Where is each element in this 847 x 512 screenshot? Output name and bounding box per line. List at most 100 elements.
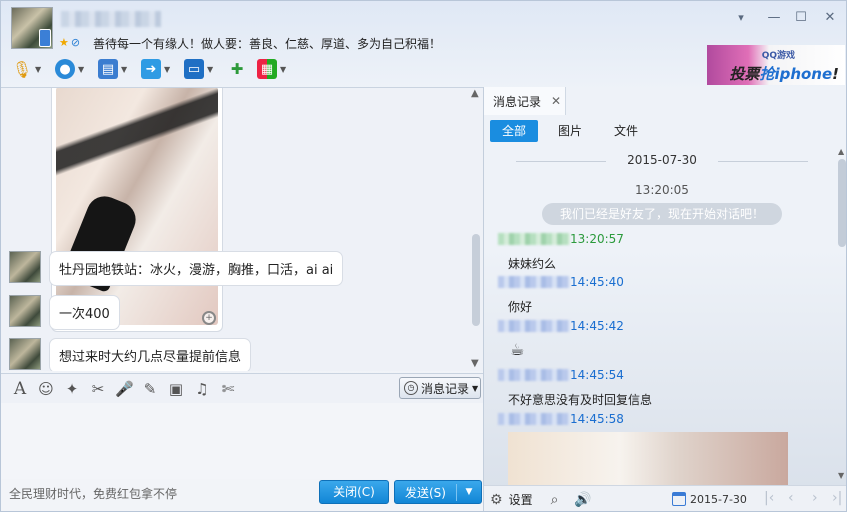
ad-banner[interactable]: QQ游戏 投票抢iphone! (707, 45, 845, 85)
filter-files[interactable]: 文件 (604, 120, 648, 142)
voice-message-icon[interactable]: 🎤 (115, 380, 134, 398)
chevron-down-icon[interactable]: ▼ (280, 65, 290, 74)
chevron-down-icon[interactable]: ▼ (121, 65, 131, 74)
file-transfer-icon: ➜ (141, 59, 161, 79)
calendar-icon (672, 492, 686, 506)
avatar[interactable] (9, 295, 41, 327)
photo[interactable] (56, 88, 218, 325)
sender-name (498, 276, 570, 288)
close-icon[interactable]: ✕ (551, 94, 561, 108)
zoom-icon[interactable]: + (202, 311, 216, 325)
date-picker[interactable]: 2015-7-30 (672, 492, 747, 506)
history-scrollbar[interactable] (838, 159, 846, 247)
qzone-icon[interactable]: ⊘ (71, 36, 80, 49)
tab-label: 消息记录 (493, 94, 542, 109)
settings-label[interactable]: 设置 (509, 491, 533, 508)
chevron-down-icon: ▼ (472, 383, 479, 393)
message-bubble[interactable]: 想过来时大约几点尽量提前信息 (49, 338, 252, 371)
tab-message-history[interactable]: 消息记录 ✕ (484, 87, 566, 115)
prev-page-icon[interactable]: ‹ (788, 490, 794, 506)
message-bubble[interactable]: 牡丹园地铁站：冰火，漫游，胸推，口活，ai ai (49, 251, 344, 286)
dropdown-icon[interactable]: ▾ (732, 9, 750, 27)
gear-icon[interactable]: ⚙ (490, 492, 503, 508)
file-transfer-button[interactable]: ➜ ▼ (138, 56, 177, 82)
apps-button[interactable]: ▦ ▼ (254, 56, 293, 82)
camera-icon: ● (55, 59, 75, 79)
chevron-down-icon[interactable]: ▼ (207, 65, 217, 74)
coffee-icon[interactable]: ☕ (510, 340, 524, 359)
chat-messages[interactable]: + 牡丹园地铁站：冰火，漫游，胸推，口活，ai ai 一次400 想过来时大约几… (1, 87, 483, 371)
chevron-down-icon[interactable]: ▼ (78, 65, 88, 74)
message-bubble[interactable]: 一次400 (49, 295, 120, 330)
send-button[interactable]: 发送(S) ▼ (394, 480, 482, 504)
mobile-online-icon (39, 29, 51, 47)
send-label: 发送(S) (395, 483, 457, 501)
system-time: 13:20:05 (635, 183, 689, 197)
message-row: 一次400 (9, 295, 120, 330)
image-icon[interactable]: ▣ (167, 380, 185, 398)
speaker-icon[interactable]: 🔊 (574, 492, 591, 508)
remote-desktop-icon: ▭ (184, 59, 204, 79)
sender-name (498, 233, 570, 245)
promo-link[interactable]: 全民理财时代，免费红包拿不停 (9, 485, 177, 502)
scroll-down-icon[interactable]: ▼ (838, 471, 844, 480)
record-header: 14:45:40 (498, 275, 624, 289)
date-separator: 2015-07-30 (484, 153, 840, 169)
video-call-button[interactable]: ● ▼ (52, 56, 91, 82)
apps-icon: ▦ (257, 59, 277, 79)
date-value: 2015-7-30 (690, 492, 747, 506)
maximize-button[interactable]: ☐ (792, 9, 810, 27)
emoji-icon[interactable]: ☺ (37, 380, 55, 398)
ad-text: 投票抢iphone! (729, 65, 839, 83)
add-chat-button[interactable]: ✚ (224, 56, 250, 82)
screen-share-button[interactable]: ▤ ▼ (95, 56, 134, 82)
scroll-up-icon[interactable]: ▲ (838, 147, 844, 156)
contact-signature: 善待每一个有缘人！做人要：善良、仁慈、厚道、多为自己积福！ (93, 37, 442, 51)
close-button[interactable]: 关闭(C) (319, 480, 389, 504)
contact-nickname (61, 11, 161, 27)
screenshot-icon[interactable]: ✂ (89, 380, 107, 398)
sender-name (498, 369, 570, 381)
chevron-down-icon[interactable]: ▼ (35, 65, 45, 74)
scissors-icon[interactable]: ✄ (219, 380, 237, 398)
last-page-icon[interactable]: ›| (832, 490, 842, 506)
close-window-button[interactable]: ✕ (821, 9, 839, 27)
ad-game-label: QQ游戏 (761, 51, 795, 61)
record-image[interactable] (508, 432, 788, 492)
chat-scrollbar[interactable] (472, 234, 480, 326)
record-text[interactable]: 你好 (508, 298, 532, 315)
record-time: 14:45:54 (570, 368, 624, 382)
screen-share-icon: ▤ (98, 59, 118, 79)
filter-all[interactable]: 全部 (490, 120, 538, 142)
font-icon[interactable]: A (11, 379, 29, 399)
music-icon[interactable]: ♫ (193, 380, 211, 398)
magic-wand-icon[interactable]: ✦ (63, 380, 81, 398)
star-icon[interactable]: ★ (59, 36, 69, 49)
add-chat-icon: ✚ (230, 60, 244, 78)
next-page-icon[interactable]: › (812, 490, 818, 506)
history-panel: 消息记录 ✕ 全部 图片 文件 2015-07-30 13:20:05 我们已经… (483, 87, 846, 511)
scroll-down-icon[interactable]: ▼ (471, 358, 479, 369)
sender-name (498, 413, 570, 425)
record-header: 14:45:42 (498, 319, 624, 333)
filter-images[interactable]: 图片 (548, 120, 592, 142)
chat-toolbar: 🎙 ▼ ● ▼ ▤ ▼ ➜ ▼ ▭ ▼ ✚ ▦ ▼ (9, 55, 293, 83)
chevron-down-icon[interactable]: ▼ (164, 65, 174, 74)
message-row: 想过来时大约几点尽量提前信息 (9, 338, 252, 371)
search-icon[interactable]: ⌕ (551, 492, 559, 508)
edit-icon[interactable]: ✎ (141, 380, 159, 398)
minimize-button[interactable]: — (765, 9, 783, 27)
message-input[interactable] (1, 403, 483, 479)
remote-desktop-button[interactable]: ▭ ▼ (181, 56, 220, 82)
chat-window: ★ ⊘ 善待每一个有缘人！做人要：善良、仁慈、厚道、多为自己积福！ ▾ — ☐ ✕… (0, 0, 847, 512)
avatar[interactable] (9, 338, 41, 370)
record-text[interactable]: 不好意思没有及时回复信息 (508, 391, 652, 408)
first-page-icon[interactable]: |‹ (764, 490, 774, 506)
record-text[interactable]: 妹妹约么 (508, 255, 556, 272)
scroll-up-icon[interactable]: ▲ (471, 88, 479, 99)
message-record-button[interactable]: ◷ 消息记录 ▼ (399, 377, 481, 399)
send-options-icon[interactable]: ▼ (457, 487, 481, 497)
record-header: 13:20:57 (498, 232, 624, 246)
voice-call-button[interactable]: 🎙 ▼ (9, 56, 48, 82)
avatar[interactable] (9, 251, 41, 283)
